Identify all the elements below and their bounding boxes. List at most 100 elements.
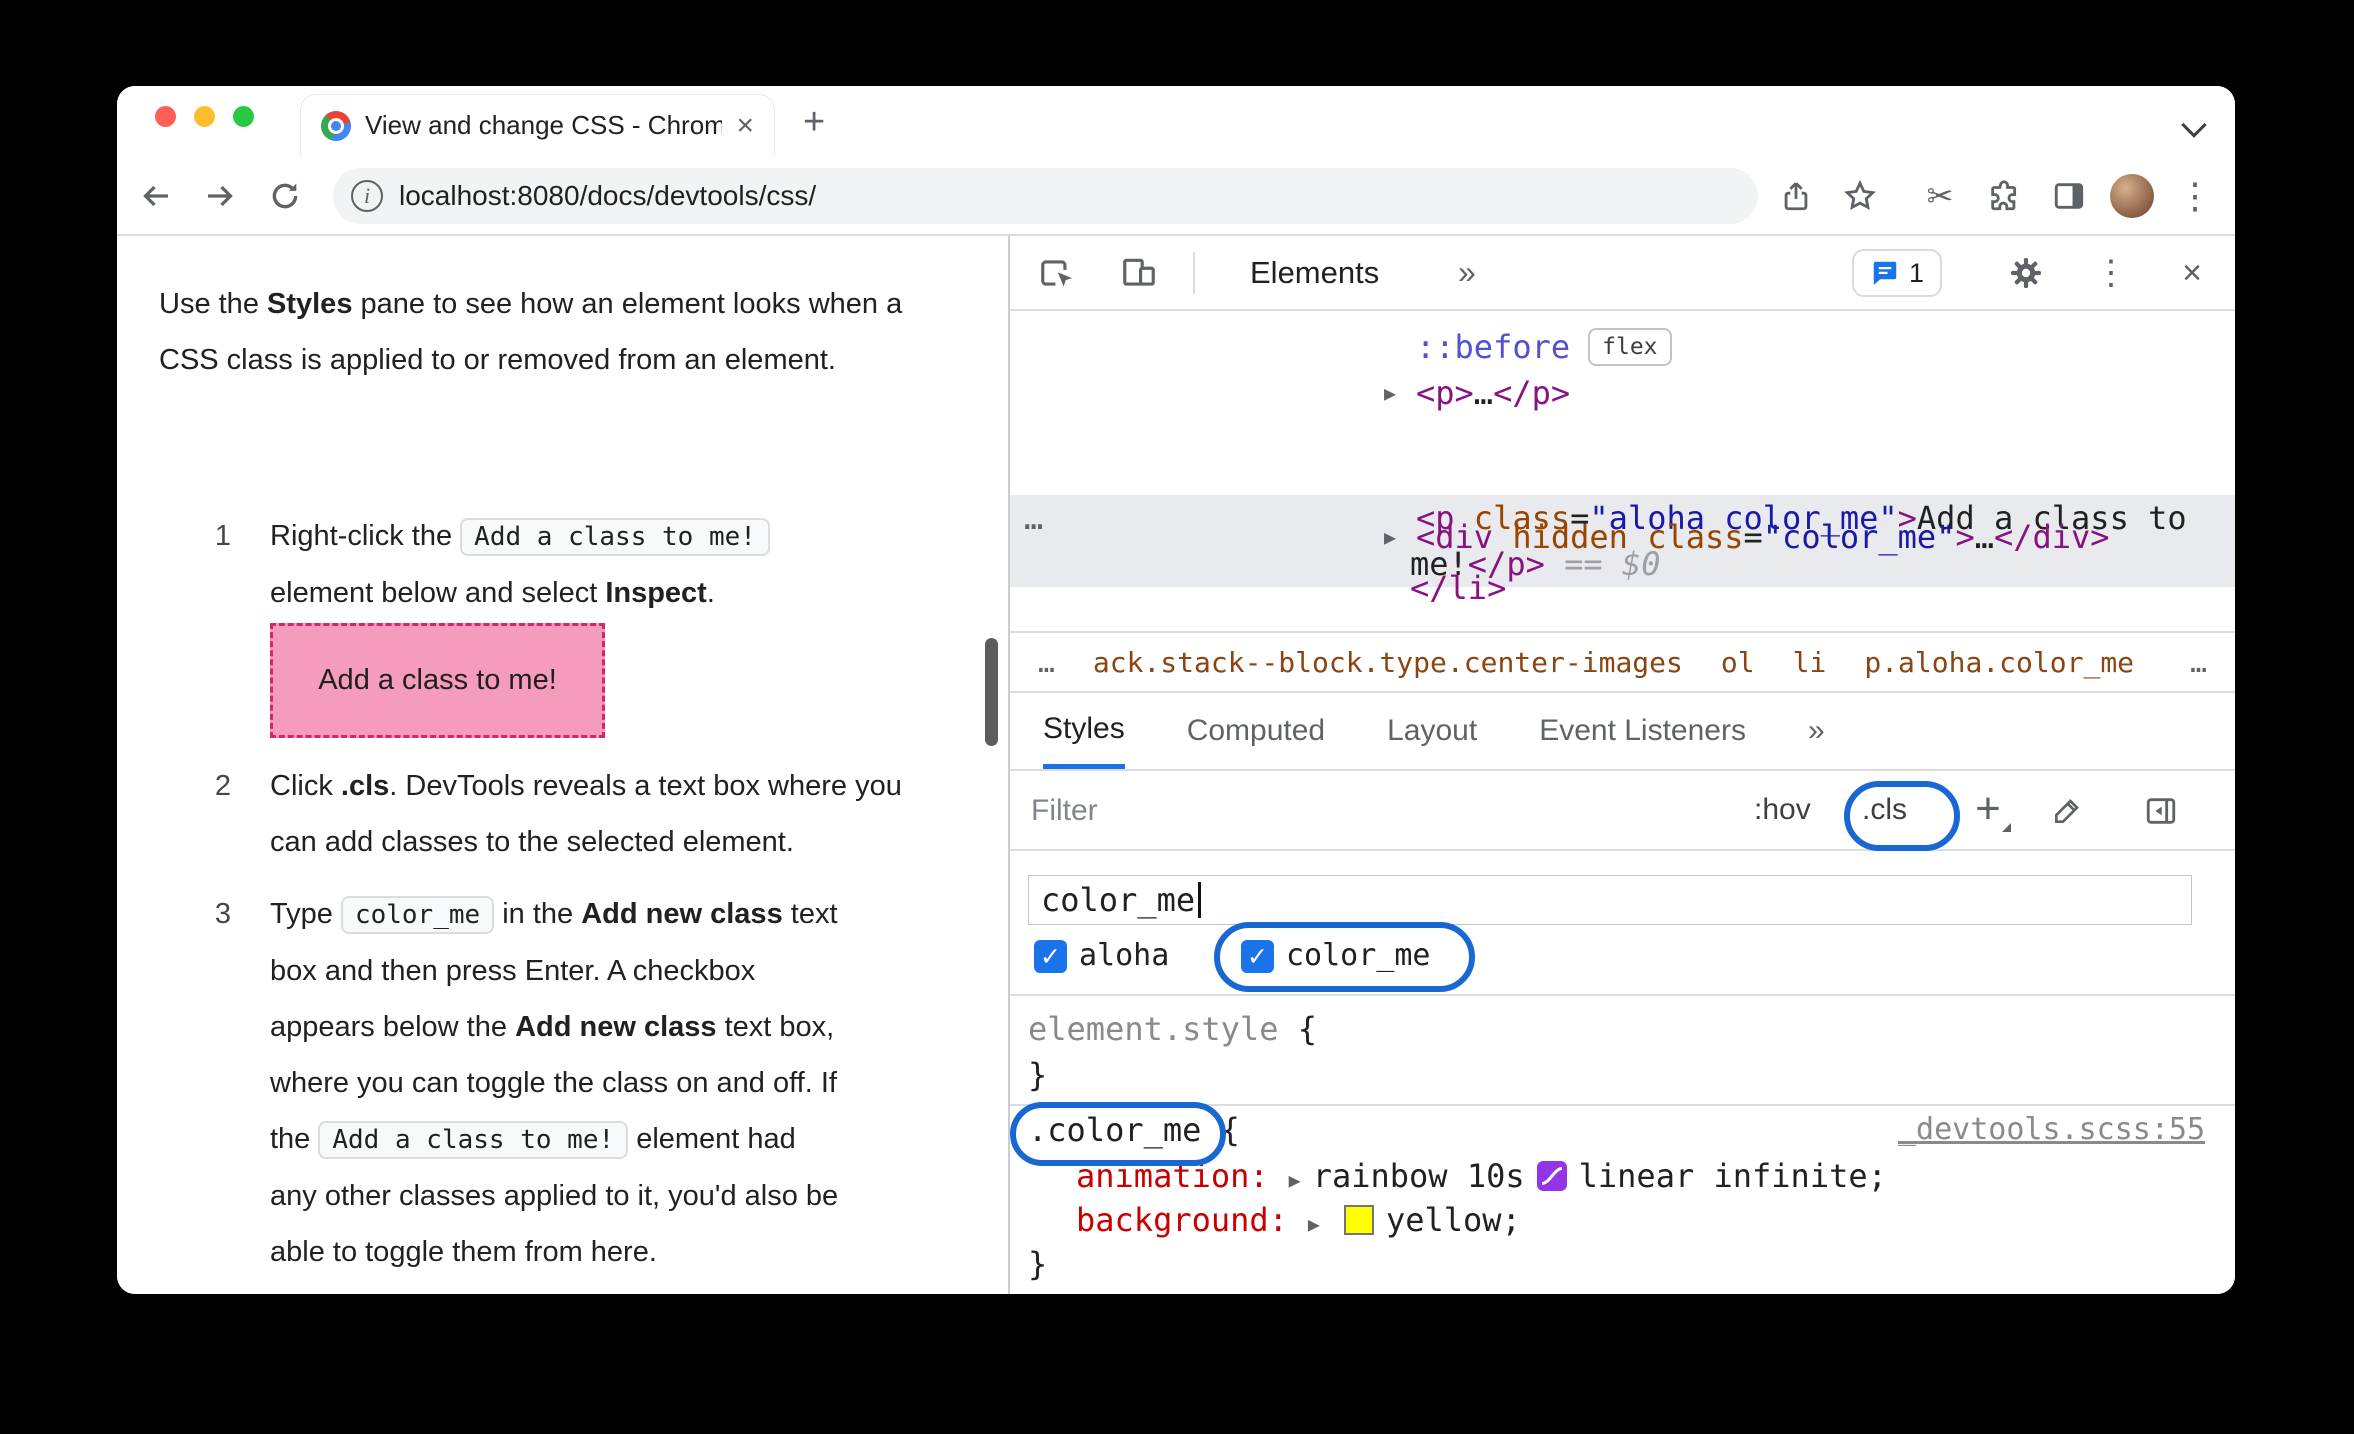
class-editor: color_me ✓ aloha ✓ color_me xyxy=(1010,851,2235,996)
star-icon xyxy=(1844,179,1876,210)
step-number: 3 xyxy=(214,898,232,930)
reload-button[interactable] xyxy=(263,174,307,218)
brace: { xyxy=(1278,1010,1317,1048)
inline-code: Add a class to me! xyxy=(460,518,770,556)
tab-computed[interactable]: Computed xyxy=(1187,693,1325,769)
color-swatch-yellow[interactable] xyxy=(1343,1205,1374,1235)
zoom-window-button[interactable] xyxy=(233,106,254,127)
dom-token: </li> xyxy=(1410,569,1507,607)
step-text: Type color_me in the Add new class text … xyxy=(270,886,845,1280)
new-style-rule-button[interactable]: + xyxy=(1965,787,2011,834)
browser-menu-icon[interactable]: ⋮ xyxy=(2173,174,2217,218)
property-value[interactable]: rainbow 10s xyxy=(1313,1157,1525,1195)
crumb-item[interactable]: ol xyxy=(1721,646,1755,679)
checkbox-aloha[interactable]: ✓ xyxy=(1034,940,1067,973)
rule-selector-line: .color_me { _devtools.scss:55 xyxy=(1010,1106,2235,1154)
expand-triangle-icon[interactable]: ▶ xyxy=(1289,1168,1301,1192)
minimize-window-button[interactable] xyxy=(194,106,215,127)
device-toolbar-button[interactable] xyxy=(1117,251,1161,295)
browser-toolbar: i localhost:8080/docs/devtools/css/ ✂ ⋮ xyxy=(117,156,2235,236)
animation-property[interactable]: animation: ▶ rainbow 10s linear infinite; xyxy=(1010,1154,2235,1198)
property-value[interactable]: linear infinite; xyxy=(1579,1157,1887,1195)
tab-layout[interactable]: Layout xyxy=(1387,693,1477,769)
property-name[interactable]: background: xyxy=(1076,1201,1288,1239)
dom-token: … xyxy=(1473,374,1494,412)
tab-elements[interactable]: Elements xyxy=(1250,236,1379,309)
dom-row-li-close[interactable]: </li> xyxy=(1010,564,2235,612)
profile-avatar[interactable] xyxy=(2110,174,2154,218)
crumb-item-selected[interactable]: p.aloha.color_me xyxy=(1864,646,2134,679)
font-editor-button[interactable] xyxy=(2044,788,2090,834)
tab-title: View and change CSS - Chrom xyxy=(365,110,723,140)
styles-filter-input[interactable] xyxy=(1031,786,1591,836)
tab-strip: View and change CSS - Chrom × + xyxy=(117,86,2235,156)
breadcrumb: … ack.stack--block.type.center-images ol… xyxy=(1010,631,2235,691)
dom-row-pseudo[interactable]: ::before flex xyxy=(1010,323,2235,371)
bezier-easing-icon[interactable] xyxy=(1536,1161,1567,1191)
rule-selector[interactable]: .color_me xyxy=(1028,1111,1201,1149)
step-number: 2 xyxy=(214,770,232,802)
bookmark-button[interactable] xyxy=(1838,174,1882,218)
property-value[interactable]: yellow; xyxy=(1386,1201,1521,1239)
step-1: 1 Right-click the Add a class to me! ele… xyxy=(205,508,805,621)
close-devtools-icon[interactable]: × xyxy=(2170,251,2214,295)
share-button[interactable] xyxy=(1774,174,1818,218)
site-info-icon[interactable]: i xyxy=(351,180,383,212)
settings-button[interactable] xyxy=(2004,251,2048,295)
rule-closing-brace: } xyxy=(1028,1245,1048,1283)
crumb-overflow-right[interactable]: … xyxy=(2190,646,2207,679)
tab-styles[interactable]: Styles xyxy=(1043,693,1125,769)
tab-close-icon[interactable]: × xyxy=(736,110,754,141)
side-panel-button[interactable] xyxy=(2047,174,2091,218)
color-me-rule[interactable]: .color_me { _devtools.scss:55 animation: ▶… xyxy=(1010,1106,2235,1294)
dom-token: … xyxy=(1974,518,1994,556)
step-number: 1 xyxy=(214,520,232,552)
expand-triangle-icon[interactable]: ▶ xyxy=(1308,1212,1320,1236)
issues-button[interactable]: 1 xyxy=(1852,249,1942,297)
extensions-button[interactable] xyxy=(1982,174,2026,218)
tab-event-listeners[interactable]: Event Listeners xyxy=(1539,693,1746,769)
forward-button[interactable] xyxy=(198,174,242,218)
dom-row-div[interactable]: ▶ <div hidden class="color_me">…</div> xyxy=(1010,513,2235,561)
property-name[interactable]: animation: xyxy=(1076,1157,1269,1195)
demo-element[interactable]: Add a class to me! xyxy=(270,623,605,738)
crumb-overflow-left[interactable]: … xyxy=(1038,646,1055,679)
cls-toggle[interactable]: .cls xyxy=(1862,771,1907,849)
brace: { xyxy=(1201,1111,1240,1149)
more-tabs-icon[interactable]: » xyxy=(1808,693,1825,769)
step-segment: Type xyxy=(270,898,341,930)
close-window-button[interactable] xyxy=(155,106,176,127)
plus-icon: + xyxy=(1975,784,2001,833)
dom-token: <div xyxy=(1416,518,1494,556)
computed-sidebar-toggle-button[interactable] xyxy=(2138,788,2184,834)
inspect-element-button[interactable] xyxy=(1035,251,1079,295)
dom-token: class xyxy=(1627,518,1744,556)
expand-triangle-icon[interactable]: ▶ xyxy=(1384,513,1396,561)
checkbox-label-aloha[interactable]: aloha xyxy=(1079,934,1169,978)
dom-row-p-collapsed[interactable]: ▶ <p>…</p> xyxy=(1010,369,2235,417)
page-scrollbar-thumb[interactable] xyxy=(985,638,998,746)
class-input-value: color_me xyxy=(1041,881,1196,919)
expand-triangle-icon[interactable]: ▶ xyxy=(1384,369,1396,417)
new-tab-button[interactable]: + xyxy=(803,103,825,141)
step-bold: Add new class xyxy=(581,898,783,930)
checkbox-color-me[interactable]: ✓ xyxy=(1241,940,1274,973)
screenshot-extension-icon[interactable]: ✂ xyxy=(1918,174,1962,218)
crumb-item[interactable]: li xyxy=(1793,646,1827,679)
crumb-item[interactable]: ack.stack--block.type.center-images xyxy=(1093,646,1683,679)
checkbox-label-color-me[interactable]: color_me xyxy=(1286,934,1431,978)
address-bar[interactable]: i localhost:8080/docs/devtools/css/ xyxy=(333,168,1758,224)
forward-icon xyxy=(208,185,233,207)
more-panels-icon[interactable]: » xyxy=(1458,236,1476,309)
flex-badge[interactable]: flex xyxy=(1588,328,1672,366)
devtools-menu-icon[interactable]: ⋮ xyxy=(2089,251,2133,295)
hov-toggle[interactable]: :hov xyxy=(1754,771,1811,849)
brace: } xyxy=(1028,1056,1048,1094)
browser-tab[interactable]: View and change CSS - Chrom × xyxy=(300,94,775,156)
stylesheet-source-link[interactable]: _devtools.scss:55 xyxy=(1898,1106,2205,1154)
background-property[interactable]: background: ▶ yellow; xyxy=(1010,1198,2235,1242)
add-new-class-input[interactable]: color_me xyxy=(1028,875,2192,925)
tab-list-chevron-icon[interactable] xyxy=(2181,112,2207,138)
back-button[interactable] xyxy=(134,174,178,218)
element-style-rule[interactable]: element.style {} xyxy=(1010,996,2235,1106)
